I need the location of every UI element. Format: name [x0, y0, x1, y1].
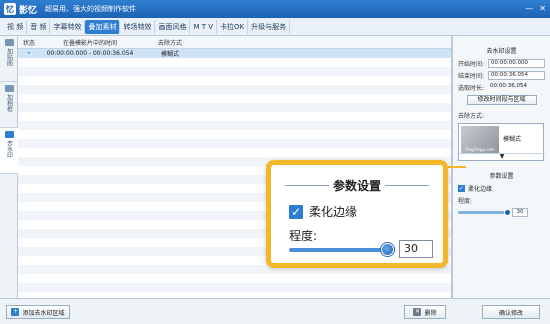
- trash-icon: ✕: [413, 308, 422, 316]
- side-tab-0[interactable]: 加贴图: [0, 36, 18, 82]
- frame-icon: [4, 85, 14, 92]
- empty-row: [18, 274, 451, 283]
- side-tab-2[interactable]: 去水印: [0, 128, 18, 174]
- bottom-toolbar: + 添加去水印区域 ✕ 删除 确认修改: [0, 298, 550, 324]
- start-time-row: 开始时间: 00:00:00.000: [458, 59, 545, 68]
- end-time-label: 结束时间:: [458, 73, 485, 80]
- empty-row: [18, 130, 451, 139]
- callout-title: 参数设置: [271, 177, 443, 194]
- app-logo-icon: 忆: [4, 3, 16, 15]
- menu-tab-6[interactable]: M T V: [190, 19, 218, 34]
- checkmark-icon[interactable]: ✓: [458, 185, 465, 192]
- close-icon[interactable]: ✕: [539, 4, 546, 13]
- method-selector[interactable]: YingYiApp.com 模糊式 ▼: [458, 123, 545, 161]
- callout-degree-label: 程度:: [289, 229, 318, 243]
- thumbnail-caption: YingYiApp.com: [465, 147, 495, 152]
- empty-row: [18, 85, 451, 94]
- empty-row: [18, 148, 451, 157]
- method-row: 去除方式:: [458, 111, 545, 120]
- menu-tab-8[interactable]: 升级与服务: [248, 19, 291, 34]
- minimize-icon[interactable]: —: [525, 4, 533, 13]
- empty-row: [18, 112, 451, 121]
- menu-tab-3[interactable]: 叠加素材: [85, 19, 121, 34]
- menu-tab-5[interactable]: 画面风格: [155, 19, 191, 34]
- settings-panel: 去水印设置 开始时间: 00:00:00.000 结束时间: 00:00:36.…: [452, 36, 550, 298]
- callout-slider-handle[interactable]: [381, 243, 394, 256]
- blur-preview-thumbnail: YingYiApp.com: [461, 126, 499, 154]
- end-time-field[interactable]: 00:00:36.054: [488, 71, 545, 80]
- degree-row: 程度:: [458, 196, 545, 205]
- left-side-tabs: 加贴图 加相框 去水印: [0, 36, 18, 298]
- chevron-down-icon[interactable]: ▼: [459, 153, 545, 160]
- callout-connector: [448, 166, 466, 168]
- empty-row: [18, 103, 451, 112]
- start-time-label: 开始时间:: [458, 61, 485, 68]
- degree-label: 程度:: [458, 198, 473, 205]
- app-name: 影忆: [19, 5, 38, 16]
- end-time-row: 结束时间: 00:00:36.054: [458, 71, 545, 80]
- watermark-icon: [4, 131, 14, 138]
- duration-row: 选取时长: 00:00:36.054: [458, 83, 545, 92]
- delete-label: 删除: [424, 309, 437, 317]
- empty-row: [18, 283, 451, 292]
- cell-method: 模糊式: [160, 51, 179, 58]
- sticker-icon: [4, 39, 14, 46]
- cell-status: •: [27, 50, 31, 57]
- degree-slider-row: 30: [458, 208, 545, 217]
- table-row[interactable]: • 00:00:00.000 - 00:00:36.054 模糊式: [18, 49, 451, 58]
- title-bar: 忆 影忆 超易用、强大的视频制作软件 — ✕: [0, 0, 550, 18]
- degree-value-field[interactable]: 30: [512, 208, 528, 217]
- callout-degree-slider[interactable]: [289, 248, 389, 252]
- modify-time-region-button[interactable]: 修改时间段与区域: [466, 95, 537, 105]
- menu-tab-4[interactable]: 转场特效: [120, 19, 156, 34]
- add-watermark-region-button[interactable]: + 添加去水印区域: [6, 305, 70, 319]
- side-tab-1[interactable]: 加相框: [0, 82, 18, 128]
- empty-row: [18, 139, 451, 148]
- header-status: 状态: [22, 39, 35, 47]
- confirm-modify-button[interactable]: 确认修改: [482, 305, 540, 319]
- checkmark-icon[interactable]: ✓: [289, 204, 303, 219]
- method-value: 模糊式: [503, 136, 522, 143]
- menu-tab-1[interactable]: 音 频: [27, 19, 51, 34]
- method-label: 去除方式:: [458, 113, 485, 120]
- callout-soft-edge-checkbox[interactable]: ✓ 柔化边缘: [289, 203, 357, 220]
- header-time: 在叠模影片中的时间: [62, 39, 117, 47]
- empty-row: [18, 94, 451, 103]
- add-icon: +: [11, 308, 20, 316]
- side-tab-label: 加贴图: [5, 48, 13, 66]
- menu-tab-0[interactable]: 视 频: [4, 19, 28, 34]
- slider-handle[interactable]: [504, 209, 511, 216]
- callout-soft-edge-label: 柔化边缘: [309, 205, 358, 219]
- empty-row: [18, 121, 451, 130]
- app-slogan: 超易用、强大的视频制作软件: [45, 5, 137, 13]
- duration-label: 选取时长:: [458, 85, 485, 92]
- watermark-settings-title: 去水印设置: [486, 48, 517, 55]
- degree-slider[interactable]: [458, 209, 511, 216]
- soft-edge-checkbox[interactable]: ✓ 柔化边缘: [458, 184, 545, 193]
- empty-row: [18, 67, 451, 76]
- side-tab-label: 去水印: [5, 140, 13, 158]
- side-tab-label: 加相框: [5, 94, 13, 112]
- cell-time: 00:00:00.000 - 00:00:36.054: [46, 50, 134, 57]
- duration-value: 00:00:36.054: [490, 83, 527, 89]
- callout-degree-value[interactable]: 30: [399, 240, 433, 258]
- menu-tab-2[interactable]: 字幕特效: [50, 19, 86, 34]
- add-region-label: 添加去水印区域: [22, 309, 65, 317]
- header-method: 去除方式: [157, 39, 182, 47]
- start-time-field[interactable]: 00:00:00.000: [488, 59, 545, 68]
- soft-edge-label: 柔化边缘: [468, 186, 493, 193]
- menu-bar: 视 频音 频字幕特效 叠加素材 转场特效 画面风格 M T V 卡拉OK 升级与服务: [0, 18, 550, 36]
- menu-tab-7[interactable]: 卡拉OK: [217, 19, 249, 34]
- empty-row: [18, 58, 451, 67]
- empty-row: [18, 76, 451, 85]
- delete-button[interactable]: ✕ 删除: [404, 305, 446, 319]
- table-header: 状态 在叠模影片中的时间 去除方式: [18, 36, 451, 49]
- parameter-zoom-callout: 参数设置 ✓ 柔化边缘 程度: 30: [266, 160, 448, 268]
- parameter-settings-title: 参数设置: [489, 173, 514, 180]
